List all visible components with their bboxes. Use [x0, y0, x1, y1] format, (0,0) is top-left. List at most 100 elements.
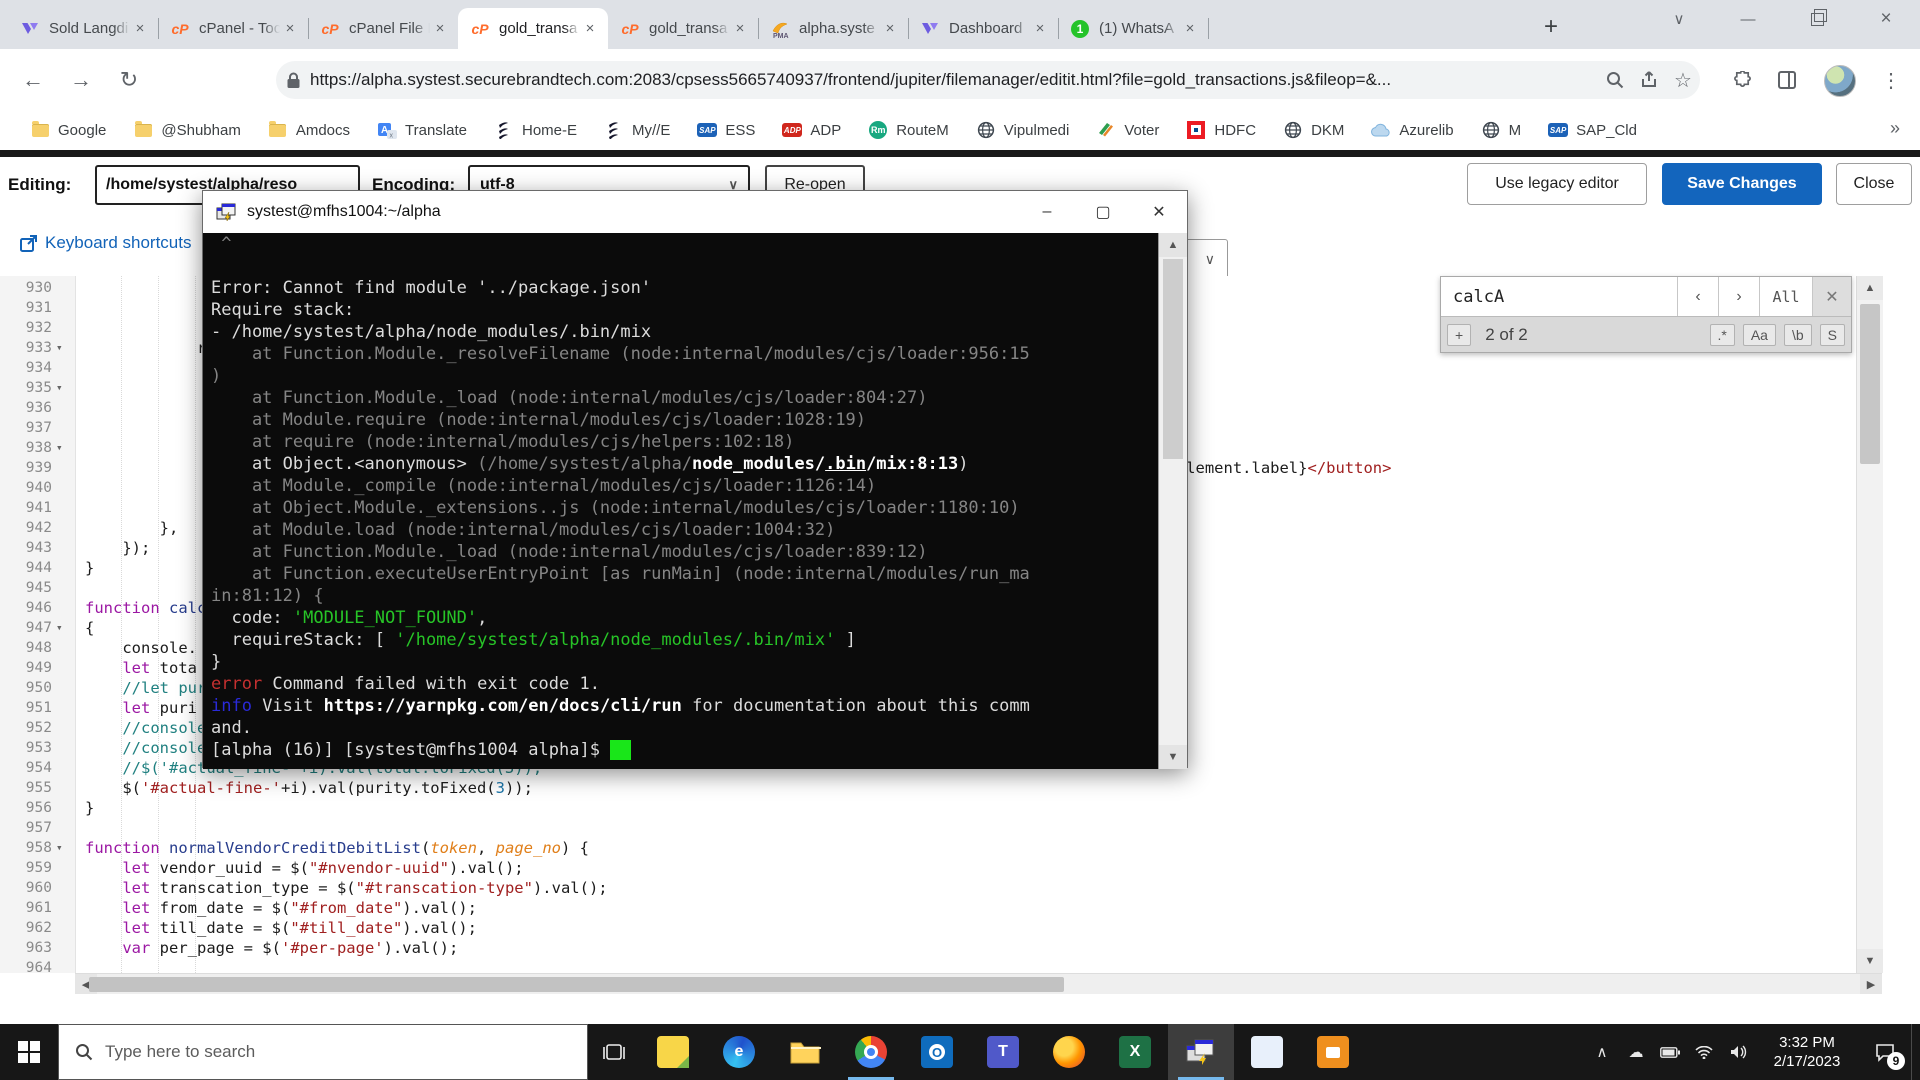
terminal-maximize-button[interactable]: ▢ — [1075, 191, 1131, 233]
profile-avatar[interactable] — [1824, 65, 1856, 97]
find-all-button[interactable]: All — [1759, 277, 1812, 316]
taskbar-app-teams[interactable]: T — [970, 1024, 1036, 1080]
save-changes-button[interactable]: Save Changes — [1662, 163, 1822, 205]
volume-icon[interactable] — [1721, 1024, 1755, 1080]
bookmark-item[interactable]: Vipulmedi — [976, 120, 1070, 140]
terminal-scroll-down[interactable]: ▼ — [1159, 745, 1187, 769]
fold-arrow-icon[interactable]: ▾ — [56, 618, 63, 638]
taskbar-app-file-explorer[interactable] — [772, 1024, 838, 1080]
reload-button[interactable]: ↻ — [110, 61, 148, 99]
vertical-scroll-thumb[interactable] — [1860, 304, 1880, 464]
tab-close-icon[interactable]: × — [1030, 19, 1050, 39]
scroll-down-arrow[interactable]: ▼ — [1857, 949, 1883, 973]
terminal-minimize-button[interactable]: – — [1019, 191, 1075, 233]
bookmark-item[interactable]: @Shubham — [133, 120, 240, 140]
window-minimize-button[interactable]: — — [1719, 0, 1777, 38]
taskbar-app-chrome[interactable] — [838, 1024, 904, 1080]
tab-close-icon[interactable]: × — [730, 19, 750, 39]
taskbar-app-putty[interactable] — [1168, 1024, 1234, 1080]
browser-tab[interactable]: cPcPanel File I× — [308, 8, 458, 49]
taskbar-clock[interactable]: 3:32 PM 2/17/2023 — [1755, 1033, 1859, 1071]
taskbar-app-firefox[interactable] — [1036, 1024, 1102, 1080]
show-desktop-button[interactable] — [1911, 1024, 1920, 1080]
taskbar-app-calculator[interactable] — [1234, 1024, 1300, 1080]
action-center-button[interactable]: 9 — [1859, 1024, 1911, 1080]
bookmark-item[interactable]: My//E — [604, 120, 670, 140]
terminal-titlebar[interactable]: systest@mfhs1004:~/alpha – ▢ ✕ — [203, 191, 1187, 233]
bookmark-item[interactable]: ADPADP — [782, 120, 841, 140]
back-button[interactable]: ← — [14, 61, 52, 99]
find-prev-button[interactable]: ‹ — [1677, 277, 1718, 316]
find-selection-toggle[interactable]: S — [1820, 324, 1845, 346]
browser-tab[interactable]: cPgold_transa× — [458, 8, 608, 49]
new-tab-button[interactable]: + — [1536, 12, 1566, 42]
zoom-icon[interactable] — [1598, 63, 1632, 97]
fold-arrow-icon[interactable]: ▾ — [56, 438, 63, 458]
browser-tab[interactable]: Dashboard× — [908, 8, 1058, 49]
battery-icon[interactable] — [1653, 1024, 1687, 1080]
terminal-scroll-thumb[interactable] — [1163, 259, 1183, 459]
bookmark-star-icon[interactable]: ☆ — [1666, 63, 1700, 97]
find-case-toggle[interactable]: Aa — [1743, 324, 1776, 346]
horizontal-scroll-thumb[interactable] — [89, 977, 1064, 992]
bookmark-item[interactable]: AxTranslate — [377, 120, 467, 140]
bookmark-item[interactable]: DKM — [1283, 120, 1344, 140]
bookmark-item[interactable]: Voter — [1096, 120, 1159, 140]
terminal-scroll-up[interactable]: ▲ — [1159, 233, 1187, 257]
browser-tab[interactable]: cPgold_transa× — [608, 8, 758, 49]
bookmark-item[interactable]: SAPESS — [697, 120, 755, 140]
fold-arrow-icon[interactable]: ▾ — [56, 838, 63, 858]
tab-close-icon[interactable]: × — [130, 19, 150, 39]
task-view-button[interactable] — [588, 1024, 640, 1080]
onedrive-cloud-icon[interactable]: ☁ — [1619, 1024, 1653, 1080]
find-close-button[interactable]: ✕ — [1812, 277, 1851, 316]
menu-dots-icon[interactable]: ⋮ — [1874, 63, 1908, 97]
browser-tab[interactable]: 1(1) WhatsA× — [1058, 8, 1208, 49]
find-next-button[interactable]: › — [1718, 277, 1759, 316]
tab-close-icon[interactable]: × — [580, 19, 600, 39]
bookmark-item[interactable]: RmRouteM — [868, 120, 949, 140]
use-legacy-editor-button[interactable]: Use legacy editor — [1467, 163, 1647, 205]
bookmark-item[interactable]: SAPSAP_Cld — [1548, 120, 1637, 140]
window-restore-button[interactable] — [1788, 0, 1846, 38]
bookmark-item[interactable]: HDFC — [1186, 120, 1256, 140]
putty-terminal-window[interactable]: systest@mfhs1004:~/alpha – ▢ ✕ ^Error: C… — [202, 190, 1188, 768]
bookmark-item[interactable]: Azurelib — [1371, 120, 1453, 140]
tab-close-icon[interactable]: × — [1180, 19, 1200, 39]
terminal-close-button[interactable]: ✕ — [1131, 191, 1187, 233]
bookmark-item[interactable]: Amdocs — [268, 120, 350, 140]
find-input[interactable] — [1441, 277, 1677, 316]
browser-tab[interactable]: Sold Langdi× — [8, 8, 158, 49]
tab-close-icon[interactable]: × — [280, 19, 300, 39]
tray-chevron-up-icon[interactable]: ∧ — [1585, 1024, 1619, 1080]
window-close-button[interactable]: × — [1857, 0, 1915, 38]
fold-arrow-icon[interactable]: ▾ — [56, 378, 63, 398]
taskbar-app-edge[interactable]: e — [706, 1024, 772, 1080]
browser-tab[interactable]: PMAalpha.syste× — [758, 8, 908, 49]
find-regex-toggle[interactable]: .* — [1710, 324, 1735, 346]
forward-button[interactable]: → — [62, 61, 100, 99]
close-button[interactable]: Close — [1836, 163, 1912, 205]
taskbar-app-sticky-notes[interactable] — [640, 1024, 706, 1080]
side-panel-icon[interactable] — [1770, 63, 1804, 97]
taskbar-search[interactable]: Type here to search — [58, 1024, 588, 1080]
scroll-up-arrow[interactable]: ▲ — [1857, 276, 1883, 300]
share-icon[interactable] — [1632, 63, 1666, 97]
editor-horizontal-scrollbar[interactable]: ◀ ▶ — [75, 973, 1882, 995]
find-word-toggle[interactable]: \b — [1784, 324, 1812, 346]
scroll-right-arrow[interactable]: ▶ — [1860, 974, 1882, 995]
bookmark-item[interactable]: Google — [30, 120, 106, 140]
taskbar-app-outlook[interactable]: O — [904, 1024, 970, 1080]
extensions-puzzle-icon[interactable] — [1725, 63, 1759, 97]
browser-tab[interactable]: cPcPanel - Toc× — [158, 8, 308, 49]
fold-arrow-icon[interactable]: ▾ — [56, 338, 63, 358]
network-wifi-icon[interactable] — [1687, 1024, 1721, 1080]
taskbar-app-orange-app[interactable] — [1300, 1024, 1366, 1080]
tab-search-chevron-icon[interactable]: ∨ — [1650, 0, 1708, 38]
start-button[interactable] — [0, 1024, 58, 1080]
tab-close-icon[interactable]: × — [430, 19, 450, 39]
omnibox[interactable]: https://alpha.systest.securebrandtech.co… — [276, 61, 1700, 99]
taskbar-app-excel[interactable]: X — [1102, 1024, 1168, 1080]
bookmark-item[interactable]: Home-E — [494, 120, 577, 140]
find-add-button[interactable]: + — [1447, 324, 1471, 346]
